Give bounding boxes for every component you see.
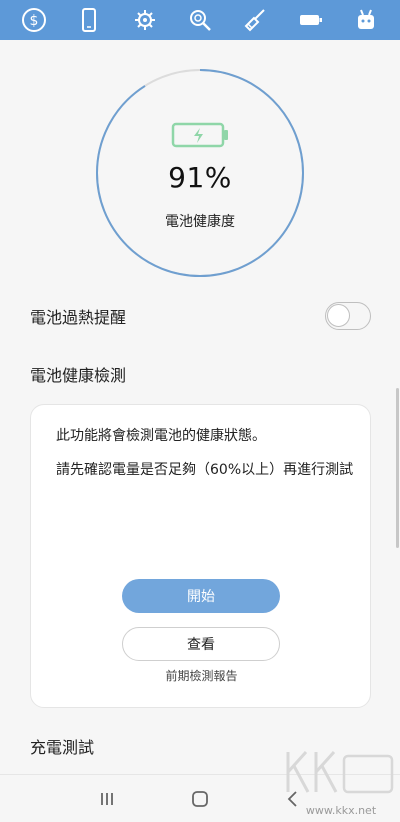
cpu-gear-icon[interactable] [129, 4, 161, 36]
charging-test-label[interactable]: 充電測試 [30, 734, 94, 758]
robot-icon[interactable] [350, 4, 382, 36]
watermark-url: www.kkx.net [305, 804, 377, 817]
previous-report-caption: 前期檢測報告 [165, 669, 238, 683]
battery-health-label: 電池健康度 [165, 214, 235, 230]
battery-health-value: 91% [168, 161, 232, 194]
start-button[interactable]: 開始 [122, 579, 280, 613]
home-icon[interactable] [180, 779, 220, 819]
health-check-card: 此功能將會檢測電池的健康狀態。 請先確認電量是否足夠（60%以上）再進行測試 開… [30, 404, 371, 708]
health-check-instruction: 請先確認電量是否足夠（60%以上）再進行測試 [56, 462, 354, 478]
recent-apps-icon[interactable] [87, 779, 127, 819]
toggle-knob [327, 304, 350, 327]
broom-icon[interactable] [239, 4, 271, 36]
overheat-reminder-toggle[interactable] [325, 302, 371, 330]
view-button[interactable]: 查看 [122, 627, 280, 661]
watermark-logo-icon [286, 750, 394, 794]
health-check-description: 此功能將會檢測電池的健康狀態。 [56, 428, 266, 444]
dollar-icon[interactable]: $ [18, 4, 50, 36]
overheat-reminder-label: 電池過熱提醒 [30, 308, 127, 327]
phone-icon[interactable] [73, 4, 105, 36]
battery-health-gauge: 91% 電池健康度 [95, 68, 305, 278]
scrollbar[interactable] [396, 388, 399, 548]
battery-tab-icon[interactable] [295, 4, 327, 36]
health-check-heading: 電池健康檢測 [30, 366, 127, 385]
battery-page: 91% 電池健康度 電池過熱提醒 電池健康檢測 此功能將會檢測電池的健康狀態。 … [0, 40, 400, 774]
top-tab-bar: $ [0, 0, 400, 40]
magnifier-icon[interactable] [184, 4, 216, 36]
battery-charging-icon [171, 120, 231, 150]
svg-text:$: $ [29, 13, 38, 29]
watermark-logo: www.kkx.net [282, 738, 400, 822]
